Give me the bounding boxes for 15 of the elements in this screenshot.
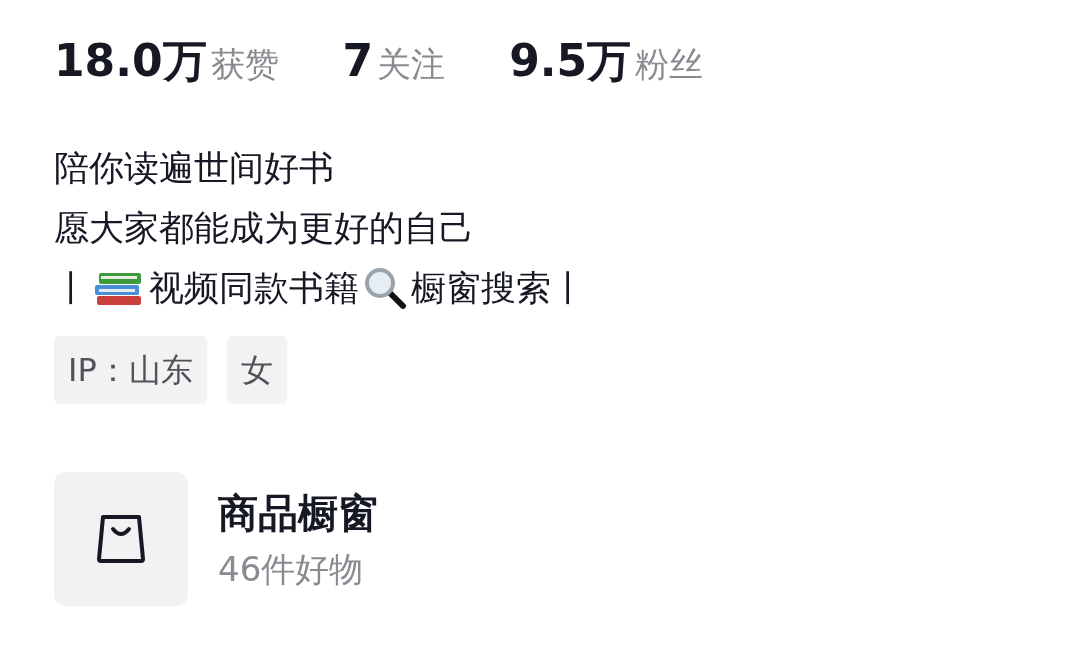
magnifier-icon: [363, 266, 407, 310]
shop-title[interactable]: 商品橱窗: [218, 487, 378, 539]
profile-stat[interactable]: 18.0万获赞: [54, 28, 279, 94]
bio-text: 丨: [54, 267, 89, 310]
bio-text: 视频同款书籍: [149, 267, 359, 310]
bio-line: 愿大家都能成为更好的自己: [54, 207, 474, 250]
bio-line: 陪你读遍世间好书: [54, 147, 334, 190]
shop-icon-tile[interactable]: [54, 472, 188, 606]
profile-stat[interactable]: 9.5万粉丝: [509, 28, 704, 94]
profile-stat[interactable]: 7 关注: [342, 28, 446, 94]
profile-tag: 女: [226, 336, 287, 404]
bio-text: 橱窗搜索丨: [411, 267, 586, 310]
profile-tag: IP：山东: [54, 336, 207, 404]
shopping-bag-icon: [95, 513, 147, 565]
shop-subtitle: 46件好物: [218, 548, 365, 591]
